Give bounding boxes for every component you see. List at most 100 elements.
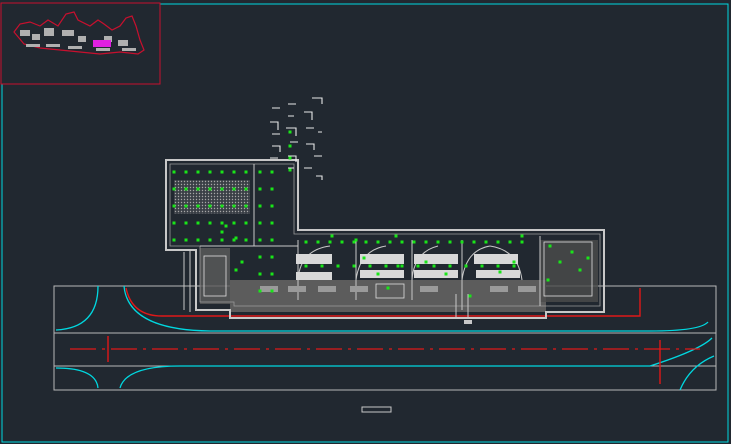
light-fixture: [258, 221, 262, 225]
light-fixture: [184, 221, 188, 225]
light-fixture: [330, 234, 334, 238]
light-fixture: [220, 187, 224, 191]
hatched-corridor: [230, 280, 546, 312]
light-fixture: [570, 250, 574, 254]
light-fixture: [480, 264, 484, 268]
light-fixture: [244, 187, 248, 191]
light-fixture: [258, 238, 262, 242]
light-fixture: [270, 221, 274, 225]
light-fixture: [328, 240, 332, 244]
light-fixture: [468, 294, 472, 298]
light-fixture: [240, 260, 244, 264]
light-fixture: [184, 238, 188, 242]
light-fixture: [548, 244, 552, 248]
light-fixture: [208, 187, 212, 191]
light-fixture: [386, 286, 390, 290]
light-fixture: [232, 204, 236, 208]
light-fixture: [472, 240, 476, 244]
light-fixture: [376, 272, 380, 276]
light-fixture: [258, 204, 262, 208]
light-fixture: [244, 170, 248, 174]
light-fixture: [354, 238, 358, 242]
light-fixture: [432, 264, 436, 268]
light-fixture: [234, 268, 238, 272]
light-fixture: [258, 255, 262, 259]
light-fixture: [512, 264, 516, 268]
light-fixture: [484, 240, 488, 244]
light-fixture: [258, 272, 262, 276]
light-fixture: [340, 240, 344, 244]
light-fixture: [444, 272, 448, 276]
light-fixture: [448, 240, 452, 244]
navigator-frame: [0, 2, 161, 85]
light-fixture: [184, 204, 188, 208]
light-fixture: [376, 240, 380, 244]
light-fixture: [196, 187, 200, 191]
light-fixture: [288, 144, 292, 148]
light-fixture: [586, 256, 590, 260]
light-fixture: [208, 170, 212, 174]
light-fixture: [196, 204, 200, 208]
light-fixture: [172, 170, 176, 174]
light-fixture: [508, 240, 512, 244]
light-fixture: [388, 240, 392, 244]
light-fixture: [304, 240, 308, 244]
light-fixture: [520, 234, 524, 238]
overview-navigator[interactable]: [0, 2, 161, 85]
light-fixture: [412, 240, 416, 244]
light-fixture: [270, 289, 274, 293]
light-fixture: [424, 240, 428, 244]
light-fixture: [184, 187, 188, 191]
light-fixture: [172, 238, 176, 242]
light-fixture: [400, 264, 404, 268]
light-fixture: [270, 204, 274, 208]
light-fixture: [232, 187, 236, 191]
building-plan: [165, 97, 605, 324]
light-fixture: [232, 170, 236, 174]
light-fixture: [558, 260, 562, 264]
light-fixture: [208, 238, 212, 242]
light-fixture: [220, 204, 224, 208]
light-fixture: [196, 221, 200, 225]
light-fixture: [496, 264, 500, 268]
light-fixture: [172, 187, 176, 191]
light-fixture: [220, 238, 224, 242]
light-fixture: [496, 240, 500, 244]
light-fixture: [520, 240, 524, 244]
scale-bar-icon[interactable]: [361, 406, 392, 413]
light-fixture: [270, 255, 274, 259]
light-fixture: [288, 168, 292, 172]
light-fixture: [232, 221, 236, 225]
light-fixture: [546, 278, 550, 282]
light-fixture: [316, 240, 320, 244]
light-fixture: [244, 204, 248, 208]
light-fixture: [196, 238, 200, 242]
light-fixture: [196, 170, 200, 174]
light-fixture: [288, 130, 292, 134]
light-fixture: [384, 264, 388, 268]
light-fixture: [258, 289, 262, 293]
light-fixture: [436, 240, 440, 244]
light-fixture: [362, 256, 366, 260]
light-fixture: [578, 268, 582, 272]
light-fixture: [270, 272, 274, 276]
light-fixture: [208, 221, 212, 225]
light-fixture: [400, 240, 404, 244]
light-fixture: [270, 238, 274, 242]
light-fixture: [224, 224, 228, 228]
navigator-current-view[interactable]: [93, 40, 111, 47]
cad-viewport[interactable]: [0, 0, 731, 444]
light-fixture: [234, 236, 238, 240]
light-fixture: [464, 264, 468, 268]
light-fixture: [460, 240, 464, 244]
light-fixture: [244, 221, 248, 225]
light-fixture: [172, 221, 176, 225]
light-fixture: [304, 264, 308, 268]
light-fixture: [396, 264, 400, 268]
light-fixture: [220, 230, 224, 234]
light-fixture: [270, 170, 274, 174]
light-fixture: [512, 260, 516, 264]
light-fixture: [172, 204, 176, 208]
detached-rooms: [270, 97, 323, 180]
light-fixture: [424, 260, 428, 264]
